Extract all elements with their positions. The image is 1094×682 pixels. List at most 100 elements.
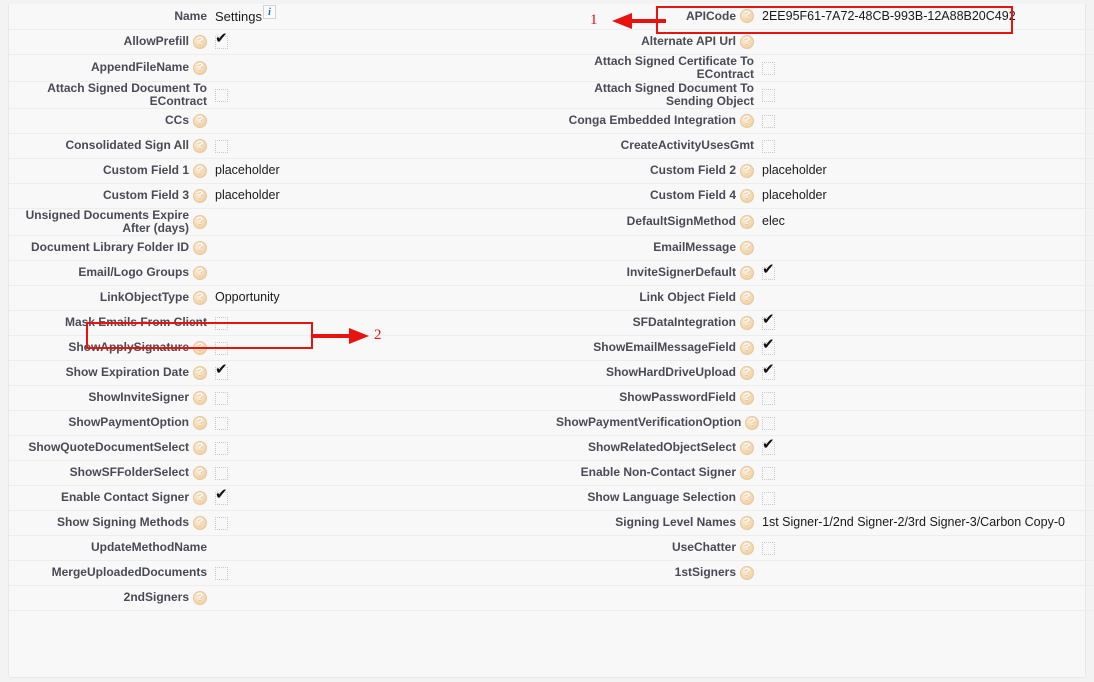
field-value-showsffolderselect [209,460,556,486]
field-value-custom-field-3: placeholder [209,183,556,209]
help-icon[interactable] [740,465,754,480]
help-icon[interactable] [193,465,207,480]
field-label-showsffolderselect: ShowSFFolderSelect [9,460,209,486]
field-label-emailmessage: EmailMessage [556,235,756,261]
help-icon[interactable] [193,490,207,505]
help-icon[interactable] [193,590,207,605]
checkbox-unchecked[interactable] [762,115,775,129]
help-icon[interactable] [193,415,207,430]
help-icon[interactable] [740,9,754,24]
checkbox-checked[interactable] [762,312,775,331]
field-value-signing-level-names: 1st Signer-1/2nd Signer-2/3rd Signer-3/C… [756,510,1094,536]
checkbox-unchecked[interactable] [762,417,775,431]
help-icon[interactable] [740,515,754,530]
checkbox-checked[interactable] [215,362,228,381]
checkbox-unchecked[interactable] [215,317,228,331]
help-icon[interactable] [740,163,754,178]
help-icon[interactable] [740,188,754,203]
field-row: Consolidated Sign All CreateActivityUsesG… [9,133,1094,159]
help-icon[interactable] [740,240,754,255]
field-label-show-expiration-date: Show Expiration Date [9,360,209,386]
help-icon[interactable] [740,565,754,580]
checkbox-unchecked[interactable] [762,542,775,556]
field-value-show-expiration-date [209,360,556,386]
help-icon[interactable] [740,113,754,128]
checkbox-unchecked[interactable] [215,567,228,581]
help-icon[interactable] [740,365,754,380]
help-icon[interactable] [193,290,207,305]
field-label-text: CCs [164,113,189,127]
field-label-text: 1stSigners [674,565,736,579]
checkbox-unchecked[interactable] [762,467,775,481]
field-label-text: Attach Signed Document To EContract [47,80,207,108]
field-label-custom-field-2: Custom Field 2 [556,158,756,184]
checkbox-unchecked[interactable] [215,342,228,356]
field-label-custom-field-1: Custom Field 1 [9,158,209,184]
help-icon[interactable] [193,188,207,203]
field-value-appendfilename [209,54,556,82]
field-label-mergeuploadeddocuments: MergeUploadedDocuments [9,560,209,586]
help-icon[interactable] [740,490,754,505]
checkbox-unchecked[interactable] [215,417,228,431]
help-icon[interactable] [193,113,207,128]
help-icon[interactable] [740,265,754,280]
field-label-conga-embedded-integration: Conga Embedded Integration [556,108,756,134]
checkbox-checked[interactable] [762,262,775,281]
help-icon[interactable] [740,315,754,330]
help-icon[interactable] [193,138,207,153]
checkbox-checked[interactable] [762,362,775,381]
help-icon[interactable] [193,340,207,355]
checkbox-unchecked[interactable] [215,89,228,103]
help-icon[interactable] [740,440,754,455]
field-value-text: elec [762,214,785,228]
help-icon[interactable] [740,34,754,49]
checkbox-unchecked[interactable] [762,140,775,154]
help-icon[interactable] [193,440,207,455]
field-value-name: Settings i [209,4,556,30]
info-icon[interactable]: i [262,4,276,19]
help-icon[interactable] [193,240,207,255]
field-value-showapplysignature [209,335,556,361]
checkbox-checked[interactable] [762,337,775,356]
help-icon[interactable] [193,390,207,405]
checkbox-unchecked[interactable] [215,517,228,531]
help-icon[interactable] [740,540,754,555]
help-icon[interactable] [740,214,754,229]
help-icon[interactable] [193,163,207,178]
checkbox-unchecked[interactable] [762,62,775,76]
checkbox-unchecked[interactable] [762,392,775,406]
help-icon[interactable] [740,390,754,405]
checkbox-checked[interactable] [215,487,228,506]
field-label-showinvitesigner: ShowInviteSigner [9,385,209,411]
field-value-showemailmessagefield [756,335,1094,361]
checkbox-unchecked[interactable] [762,89,775,103]
help-icon[interactable] [193,265,207,280]
help-icon[interactable] [740,290,754,305]
field-label-text: APICode [685,8,736,23]
checkbox-unchecked[interactable] [215,392,228,406]
help-icon[interactable] [740,340,754,355]
field-value-showharddriveupload [756,360,1094,386]
field-value-showinvitesigner [209,385,556,411]
checkbox-unchecked[interactable] [215,467,228,481]
field-label-1stsigners: 1stSigners [556,560,756,586]
field-label-allowprefill: AllowPrefill [9,29,209,55]
help-icon[interactable] [745,415,760,430]
checkbox-unchecked[interactable] [762,492,775,506]
checkbox-checked[interactable] [215,31,228,50]
help-icon[interactable] [193,60,207,75]
field-label-mask-emails-from-client: Mask Emails From Client [9,310,209,336]
help-icon[interactable] [193,515,207,530]
field-row: AllowPrefill Alternate API Url [9,29,1094,55]
field-label-attach-signed-document-to-econtract: Attach Signed Document To EContract [9,80,209,109]
field-label-attach-signed-certificate-to-econtract: Attach Signed Certificate To EContract [556,54,756,82]
field-label-text: Custom Field 2 [649,163,736,177]
help-icon[interactable] [193,365,207,380]
field-row: Show Signing Methods Signing Level Names 1… [9,510,1094,536]
checkbox-unchecked[interactable] [215,140,228,154]
help-icon[interactable] [193,34,207,49]
field-label-showapplysignature: ShowApplySignature [9,335,209,361]
help-icon[interactable] [193,214,207,229]
checkbox-unchecked[interactable] [215,442,228,456]
checkbox-checked[interactable] [762,437,775,456]
